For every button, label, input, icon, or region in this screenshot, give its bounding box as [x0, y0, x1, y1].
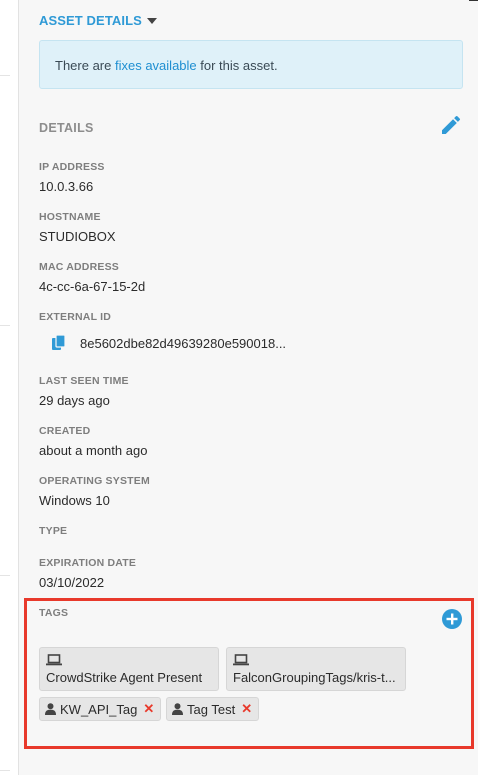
source-tag-label: CrowdStrike Agent Present: [46, 670, 203, 685]
divider: [0, 770, 10, 771]
asset-details-panel: ASSET DETAILS There are fixes available …: [18, 0, 478, 775]
remove-tag-icon[interactable]: ✕: [143, 701, 154, 717]
hostname-value: STUDIOBOX: [39, 229, 116, 244]
created-value: about a month ago: [39, 443, 148, 458]
source-tag-label: FalconGroupingTags/kris-t...: [233, 670, 396, 685]
hostname-label: HOSTNAME: [39, 211, 101, 223]
copy-icon[interactable]: [52, 335, 66, 351]
details-section-title: DETAILS: [39, 121, 94, 135]
laptop-icon: [233, 654, 249, 666]
person-icon: [172, 703, 183, 715]
operating-system-value: Windows 10: [39, 493, 110, 508]
tags-label: TAGS: [39, 607, 69, 619]
last-seen-time-value: 29 days ago: [39, 393, 110, 408]
notice-suffix: for this asset.: [196, 58, 278, 73]
ip-address-value: 10.0.3.66: [39, 179, 94, 194]
expiration-date-value: 03/10/2022: [39, 575, 105, 590]
operating-system-label: OPERATING SYSTEM: [39, 475, 150, 487]
pencil-edit-icon[interactable]: [439, 113, 463, 137]
add-tag-icon[interactable]: [441, 608, 463, 630]
caret-down-icon: [146, 17, 157, 24]
divider: [0, 75, 10, 76]
divider: [0, 575, 10, 576]
ip-address-label: IP ADDRESS: [39, 161, 105, 173]
mac-address-value: 4c-cc-6a-67-15-2d: [39, 279, 146, 294]
notice-prefix: There are: [55, 58, 115, 73]
external-id-label: EXTERNAL ID: [39, 311, 112, 323]
user-tag-label: Tag Test: [187, 701, 236, 717]
user-tag-label: KW_API_Tag: [60, 701, 138, 717]
divider: [469, 0, 478, 1]
type-label: TYPE: [39, 525, 68, 537]
external-id-row: 8e5602dbe82d49639280e590018...: [52, 335, 286, 351]
external-id-value: 8e5602dbe82d49639280e590018...: [80, 335, 287, 351]
divider: [0, 325, 10, 326]
fixes-notice: There are fixes available for this asset…: [39, 40, 463, 89]
left-edge-strip: [0, 0, 18, 775]
asset-details-toggle[interactable]: ASSET DETAILS: [39, 13, 157, 28]
asset-details-title: ASSET DETAILS: [39, 13, 142, 28]
remove-tag-icon[interactable]: ✕: [241, 701, 252, 717]
user-tag-chip: KW_API_Tag ✕: [39, 697, 162, 721]
expiration-date-label: EXPIRATION DATE: [39, 557, 137, 569]
fixes-available-link[interactable]: fixes available: [115, 58, 197, 73]
person-icon: [45, 703, 56, 715]
last-seen-time-label: LAST SEEN TIME: [39, 375, 129, 387]
user-tag-chip: Tag Test ✕: [166, 697, 260, 721]
source-tag-chip: FalconGroupingTags/kris-t...: [226, 647, 406, 691]
created-label: CREATED: [39, 425, 91, 437]
mac-address-label: MAC ADDRESS: [39, 261, 119, 273]
source-tag-chip: CrowdStrike Agent Present: [39, 647, 219, 691]
laptop-icon: [46, 654, 62, 666]
